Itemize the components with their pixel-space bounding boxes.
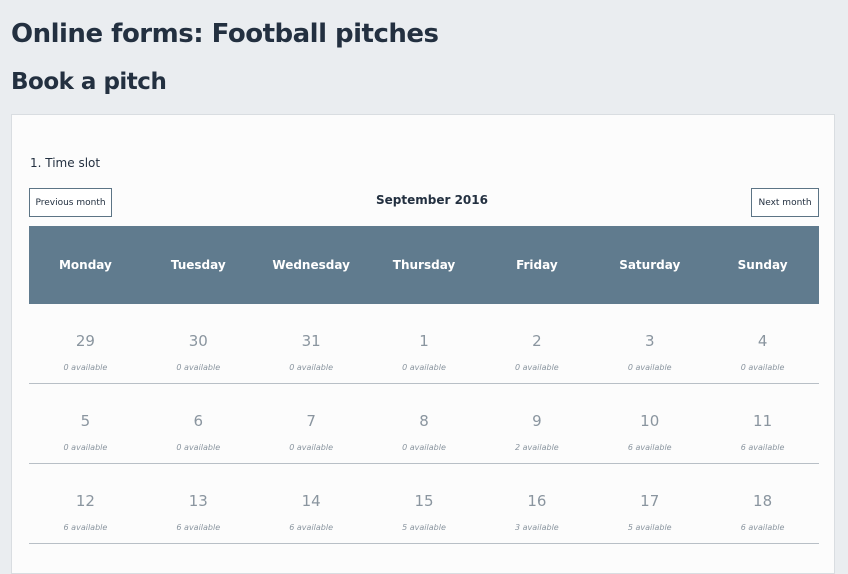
availability-count: 6 available	[289, 523, 334, 532]
availability-count: 0 available	[514, 363, 559, 372]
availability-count: 0 available	[63, 443, 108, 452]
calendar-day-cell[interactable]: 3 0 available	[593, 304, 706, 383]
day-number: 2	[532, 332, 542, 350]
day-number: 1	[419, 332, 429, 350]
availability-count: 2 available	[514, 443, 559, 452]
day-number: 9	[532, 412, 542, 430]
page-title: Online forms: Football pitches	[11, 19, 439, 49]
day-number: 11	[753, 412, 773, 430]
day-number: 7	[306, 412, 316, 430]
calendar-day-cell[interactable]: 13 6 available	[142, 464, 255, 543]
weekday-friday: Friday	[516, 258, 558, 272]
day-number: 5	[80, 412, 91, 430]
calendar-day-cell[interactable]: 2 0 available	[480, 304, 593, 383]
weekday-wednesday: Wednesday	[272, 258, 350, 272]
calendar-grid: 29 0 available 30 0 available 31 0 availabl…	[29, 304, 819, 544]
calendar-day-cell[interactable]: 18 6 available	[706, 464, 819, 543]
availability-count: 0 available	[289, 443, 334, 452]
day-number: 17	[640, 492, 660, 510]
day-number: 31	[301, 332, 321, 350]
step-label: 1. Time slot	[30, 156, 101, 170]
page-subtitle: Book a pitch	[11, 69, 167, 95]
availability-count: 0 available	[63, 363, 108, 372]
day-number: 18	[753, 492, 773, 510]
day-number: 12	[75, 492, 95, 510]
weekday-monday: Monday	[58, 258, 112, 272]
calendar-day-cell[interactable]: 14 6 available	[255, 464, 368, 543]
calendar-day-cell[interactable]: 9 2 available	[480, 384, 593, 463]
calendar-day-cell[interactable]: 7 0 available	[255, 384, 368, 463]
weekday-saturday: Saturday	[619, 258, 681, 272]
calendar-day-cell[interactable]: 4 0 available	[706, 304, 819, 383]
availability-count: 0 available	[402, 443, 446, 452]
calendar-day-cell[interactable]: 10 6 available	[593, 384, 706, 463]
availability-count: 6 available	[740, 443, 785, 452]
day-number: 14	[301, 492, 321, 510]
day-number: 29	[75, 332, 95, 350]
calendar-week: 29 0 available 30 0 available 31 0 availabl…	[29, 304, 819, 384]
availability-count: 6 available	[63, 523, 108, 532]
calendar-week: 12 6 available 13 6 available 14 6 availabl…	[29, 464, 819, 544]
availability-count: 5 available	[402, 523, 446, 532]
availability-count: 6 available	[627, 443, 672, 452]
availability-count: 6 available	[740, 523, 785, 532]
calendar-day-cell[interactable]: 31 0 available	[255, 304, 368, 383]
availability-count: 0 available	[402, 363, 446, 372]
availability-count: 6 available	[176, 523, 221, 532]
month-label: September 2016	[376, 193, 488, 207]
calendar-day-cell[interactable]: 17 5 available	[593, 464, 706, 543]
booking-form-card: 1. Time slot Previous month September 20…	[11, 114, 835, 574]
day-number: 16	[527, 492, 547, 510]
calendar-day-cell[interactable]: 6 0 available	[142, 384, 255, 463]
availability-count: 3 available	[514, 523, 559, 532]
weekday-sunday: Sunday	[737, 258, 788, 272]
calendar-day-cell[interactable]: 12 6 available	[29, 464, 142, 543]
calendar-week: 5 0 available 6 0 available 7 0 available 8…	[29, 384, 819, 464]
next-month-button[interactable]: Next month	[751, 188, 819, 217]
day-number: 6	[193, 412, 204, 430]
day-number: 4	[757, 332, 768, 350]
day-number: 8	[419, 412, 429, 430]
calendar-day-cell[interactable]: 16 3 available	[480, 464, 593, 543]
calendar-day-cell[interactable]: 8 0 available	[368, 384, 481, 463]
calendar-day-cell[interactable]: 5 0 available	[29, 384, 142, 463]
calendar-day-cell[interactable]: 1 0 available	[368, 304, 481, 383]
day-number: 15	[414, 492, 434, 510]
availability-count: 0 available	[740, 363, 785, 372]
day-number: 13	[188, 492, 208, 510]
weekday-tuesday: Tuesday	[170, 258, 226, 272]
day-number: 30	[188, 332, 208, 350]
availability-count: 0 available	[176, 363, 221, 372]
calendar-header: Monday Tuesday Wednesday Thursday Friday…	[29, 226, 819, 304]
calendar-day-cell[interactable]: 11 6 available	[706, 384, 819, 463]
availability-count: 5 available	[627, 523, 672, 532]
previous-month-button[interactable]: Previous month	[29, 188, 112, 217]
weekday-thursday: Thursday	[392, 258, 456, 272]
calendar-day-cell[interactable]: 29 0 available	[29, 304, 142, 383]
calendar-day-cell[interactable]: 30 0 available	[142, 304, 255, 383]
availability-count: 0 available	[627, 363, 672, 372]
calendar-day-cell[interactable]: 15 5 available	[368, 464, 481, 543]
availability-count: 0 available	[176, 443, 221, 452]
availability-count: 0 available	[289, 363, 334, 372]
day-number: 3	[644, 332, 655, 350]
day-number: 10	[640, 412, 660, 430]
